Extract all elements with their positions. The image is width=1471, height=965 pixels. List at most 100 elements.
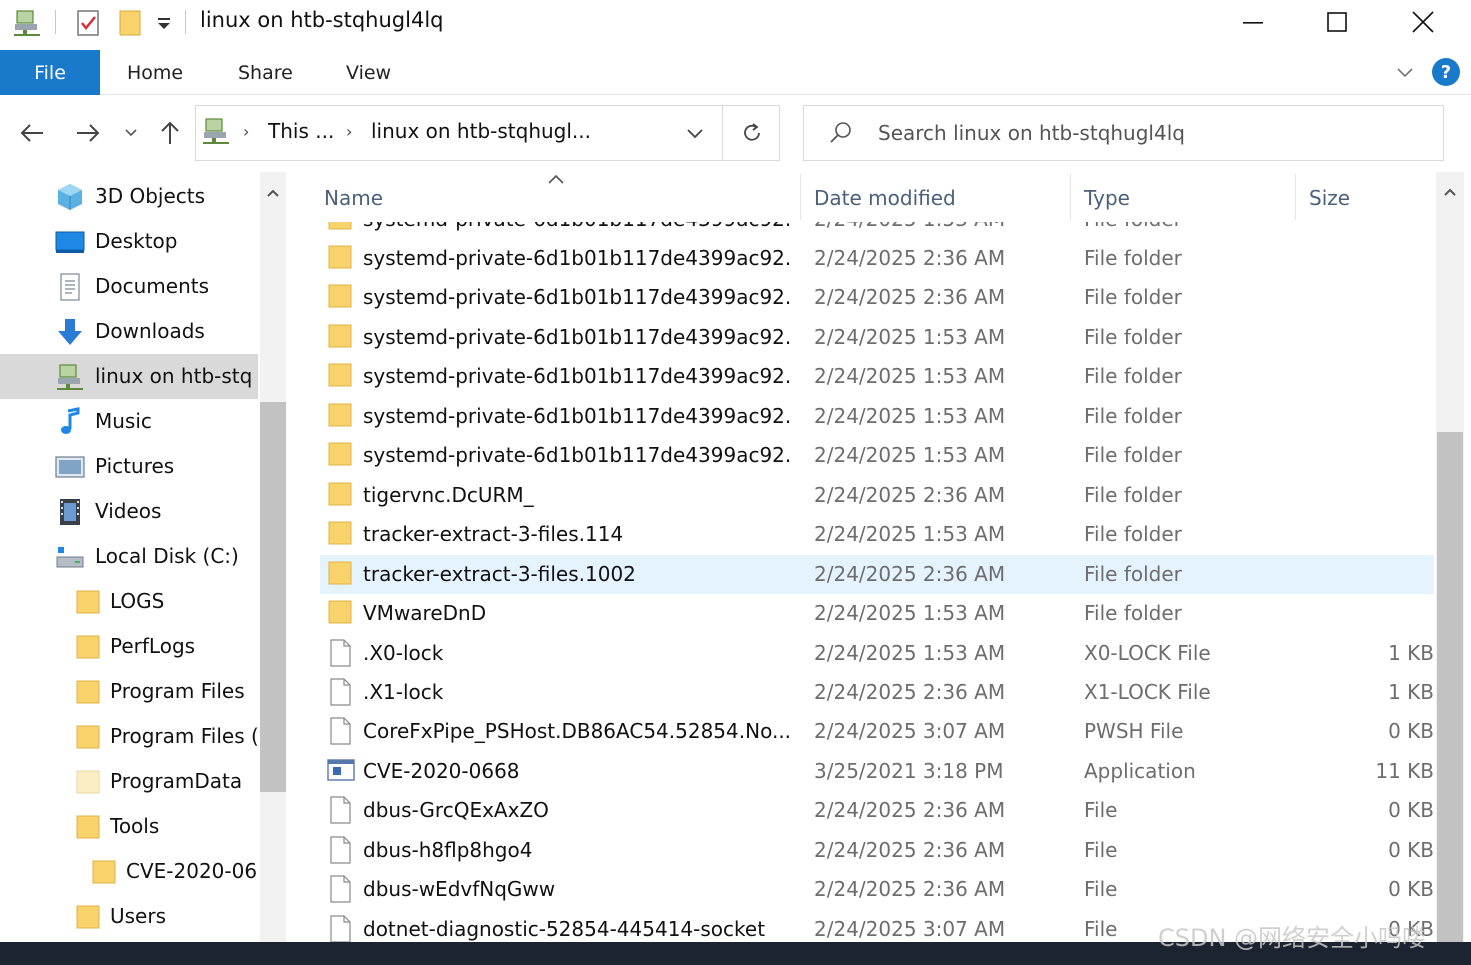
- customize-toolbar-icon[interactable]: [150, 6, 178, 40]
- refresh-button[interactable]: [732, 116, 772, 150]
- nav-item-label: Tools: [110, 814, 160, 838]
- nav-item-label: Music: [95, 409, 152, 433]
- maximize-button[interactable]: [1294, 0, 1380, 44]
- file-row[interactable]: tracker-extract-3-files.114 2/24/2025 1:5…: [320, 515, 1434, 554]
- arrow-left-icon: [20, 124, 43, 142]
- nav-item-label: Desktop: [95, 229, 178, 253]
- file-row[interactable]: dbus-h8flp8hgo4 2/24/2025 2:36 AM File 0 KB: [320, 831, 1434, 870]
- file-icon: [326, 795, 356, 825]
- nav-item[interactable]: Desktop: [0, 219, 258, 264]
- file-name: dbus-GrcQExAxZO: [363, 798, 549, 823]
- file-row[interactable]: systemd-private-6d1b01b117de4399ac92... 2…: [320, 318, 1434, 357]
- file-type: File folder: [1084, 324, 1182, 349]
- file-row[interactable]: systemd-private-6d1b01b117de4399ac92... 2…: [320, 357, 1434, 396]
- help-button[interactable]: ?: [1432, 58, 1460, 86]
- chevron-down-icon: [125, 129, 137, 137]
- close-icon: [1412, 11, 1434, 33]
- up-button[interactable]: [150, 114, 190, 152]
- file-icon: [326, 874, 356, 904]
- file-row[interactable]: CVE-2020-0668 3/25/2021 3:18 PM Applicatio…: [320, 752, 1434, 791]
- nav-item[interactable]: Videos: [0, 489, 258, 534]
- network-drive-icon[interactable]: [8, 6, 46, 40]
- nav-item[interactable]: PerfLogs: [0, 624, 258, 669]
- breadcrumb-this-pc[interactable]: This ...: [268, 119, 334, 143]
- file-name: systemd-private-6d1b01b117de4399ac92...: [363, 285, 793, 310]
- file-name: systemd-private-6d1b01b117de4399ac92...: [363, 403, 793, 428]
- nav-item[interactable]: Downloads: [0, 309, 258, 354]
- nav-item[interactable]: CVE-2020-066: [0, 849, 258, 894]
- search-box[interactable]: [803, 105, 1444, 161]
- file-row[interactable]: VMwareDnD 2/24/2025 1:53 AM File folder: [320, 594, 1434, 633]
- column-type[interactable]: Type: [1084, 186, 1130, 210]
- file-date-modified: 2/24/2025 1:53 AM: [814, 403, 1006, 428]
- file-row[interactable]: dbus-wEdvfNqGww 2/24/2025 2:36 AM File 0 KB: [320, 870, 1434, 909]
- file-row[interactable]: systemd-private-6d1b01b117de4399ac92... 2…: [320, 397, 1434, 436]
- folder-icon: [326, 480, 356, 510]
- file-row[interactable]: .X1-lock 2/24/2025 2:36 AM X1-LOCK File 1 K…: [320, 673, 1434, 712]
- desktop-icon: [54, 226, 86, 258]
- file-list-scroll-thumb[interactable]: [1437, 432, 1463, 942]
- column-name[interactable]: Name: [324, 186, 383, 210]
- recent-locations-button[interactable]: [120, 114, 142, 152]
- file-row[interactable]: systemd-private-6d1b01b117de4399ac92... 2…: [320, 239, 1434, 278]
- nav-item-label: Documents: [95, 274, 210, 298]
- tab-file[interactable]: File: [0, 50, 100, 95]
- file-type: File folder: [1084, 482, 1182, 507]
- nav-item[interactable]: Music: [0, 399, 258, 444]
- nav-item[interactable]: Users: [0, 894, 258, 939]
- breadcrumb-current[interactable]: linux on htb-stqhugl...: [371, 119, 591, 143]
- address-bar[interactable]: › This ... › linux on htb-stqhugl...: [195, 105, 780, 161]
- nav-item[interactable]: Local Disk (C:): [0, 534, 258, 579]
- nav-item[interactable]: Program Files (: [0, 714, 258, 759]
- breadcrumb-separator-icon[interactable]: ›: [346, 122, 352, 141]
- nav-item[interactable]: LOGS: [0, 579, 258, 624]
- nav-item[interactable]: 3D Objects: [0, 174, 258, 219]
- file-row[interactable]: tracker-extract-3-files.1002 2/24/2025 2:…: [320, 554, 1434, 594]
- file-row[interactable]: systemd-private-6d1b01b117de4399ac92... 2…: [320, 436, 1434, 475]
- file-list-scroll-up-button[interactable]: [1436, 178, 1464, 206]
- nav-item[interactable]: linux on htb-stq: [0, 354, 258, 399]
- properties-icon[interactable]: [70, 6, 106, 40]
- tab-view[interactable]: View: [346, 50, 391, 95]
- tab-home[interactable]: Home: [127, 50, 183, 95]
- search-icon: [828, 120, 856, 148]
- nav-scroll-thumb[interactable]: [260, 402, 286, 792]
- chevron-down-icon: [687, 129, 703, 139]
- nav-item[interactable]: Pictures: [0, 444, 258, 489]
- close-button[interactable]: [1380, 0, 1466, 44]
- folder-icon: [72, 901, 104, 933]
- file-row[interactable]: .X0-lock 2/24/2025 1:53 AM X0-LOCK File 1 K…: [320, 634, 1434, 673]
- tab-share[interactable]: Share: [238, 50, 293, 95]
- file-date-modified: 2/24/2025 1:53 AM: [814, 601, 1006, 626]
- network-drive-icon: [54, 361, 86, 393]
- file-row[interactable]: systemd-private-6d1b01b117de4399ac92... 2…: [320, 278, 1434, 317]
- file-name: CVE-2020-0668: [363, 758, 520, 783]
- file-row[interactable]: dbus-GrcQExAxZO 2/24/2025 2:36 AM File 0 KB: [320, 791, 1434, 830]
- file-name: dbus-wEdvfNqGww: [363, 877, 556, 902]
- back-button[interactable]: [12, 114, 52, 152]
- forward-button[interactable]: [68, 114, 108, 152]
- column-size[interactable]: Size: [1309, 186, 1350, 210]
- address-dropdown-button[interactable]: [681, 120, 709, 148]
- folder-icon: [326, 243, 356, 273]
- column-header: Name Date modified Type Size: [298, 172, 1436, 222]
- nav-item[interactable]: Tools: [0, 804, 258, 849]
- search-input[interactable]: [878, 114, 1428, 152]
- file-row[interactable]: tigervnc.DcURM_ 2/24/2025 2:36 AM File fol…: [320, 476, 1434, 515]
- file-type: File: [1084, 798, 1118, 823]
- file-date-modified: 2/24/2025 1:53 AM: [814, 522, 1006, 547]
- new-folder-icon[interactable]: [112, 6, 148, 40]
- nav-item[interactable]: ProgramData: [0, 759, 258, 804]
- nav-item[interactable]: Program Files: [0, 669, 258, 714]
- network-drive-icon: [201, 116, 235, 150]
- expand-ribbon-button[interactable]: [1392, 60, 1418, 86]
- file-row[interactable]: CoreFxPipe_PSHost.DB86AC54.52854.No... 2/…: [320, 712, 1434, 751]
- nav-item[interactable]: Documents: [0, 264, 258, 309]
- file-type: File: [1084, 877, 1118, 902]
- column-date-modified[interactable]: Date modified: [814, 186, 956, 210]
- nav-scroll-up-button[interactable]: [260, 180, 286, 206]
- breadcrumb-separator-icon[interactable]: ›: [243, 122, 249, 141]
- application-icon: [326, 756, 356, 786]
- minimize-button[interactable]: [1210, 0, 1296, 44]
- folder-icon: [326, 559, 356, 589]
